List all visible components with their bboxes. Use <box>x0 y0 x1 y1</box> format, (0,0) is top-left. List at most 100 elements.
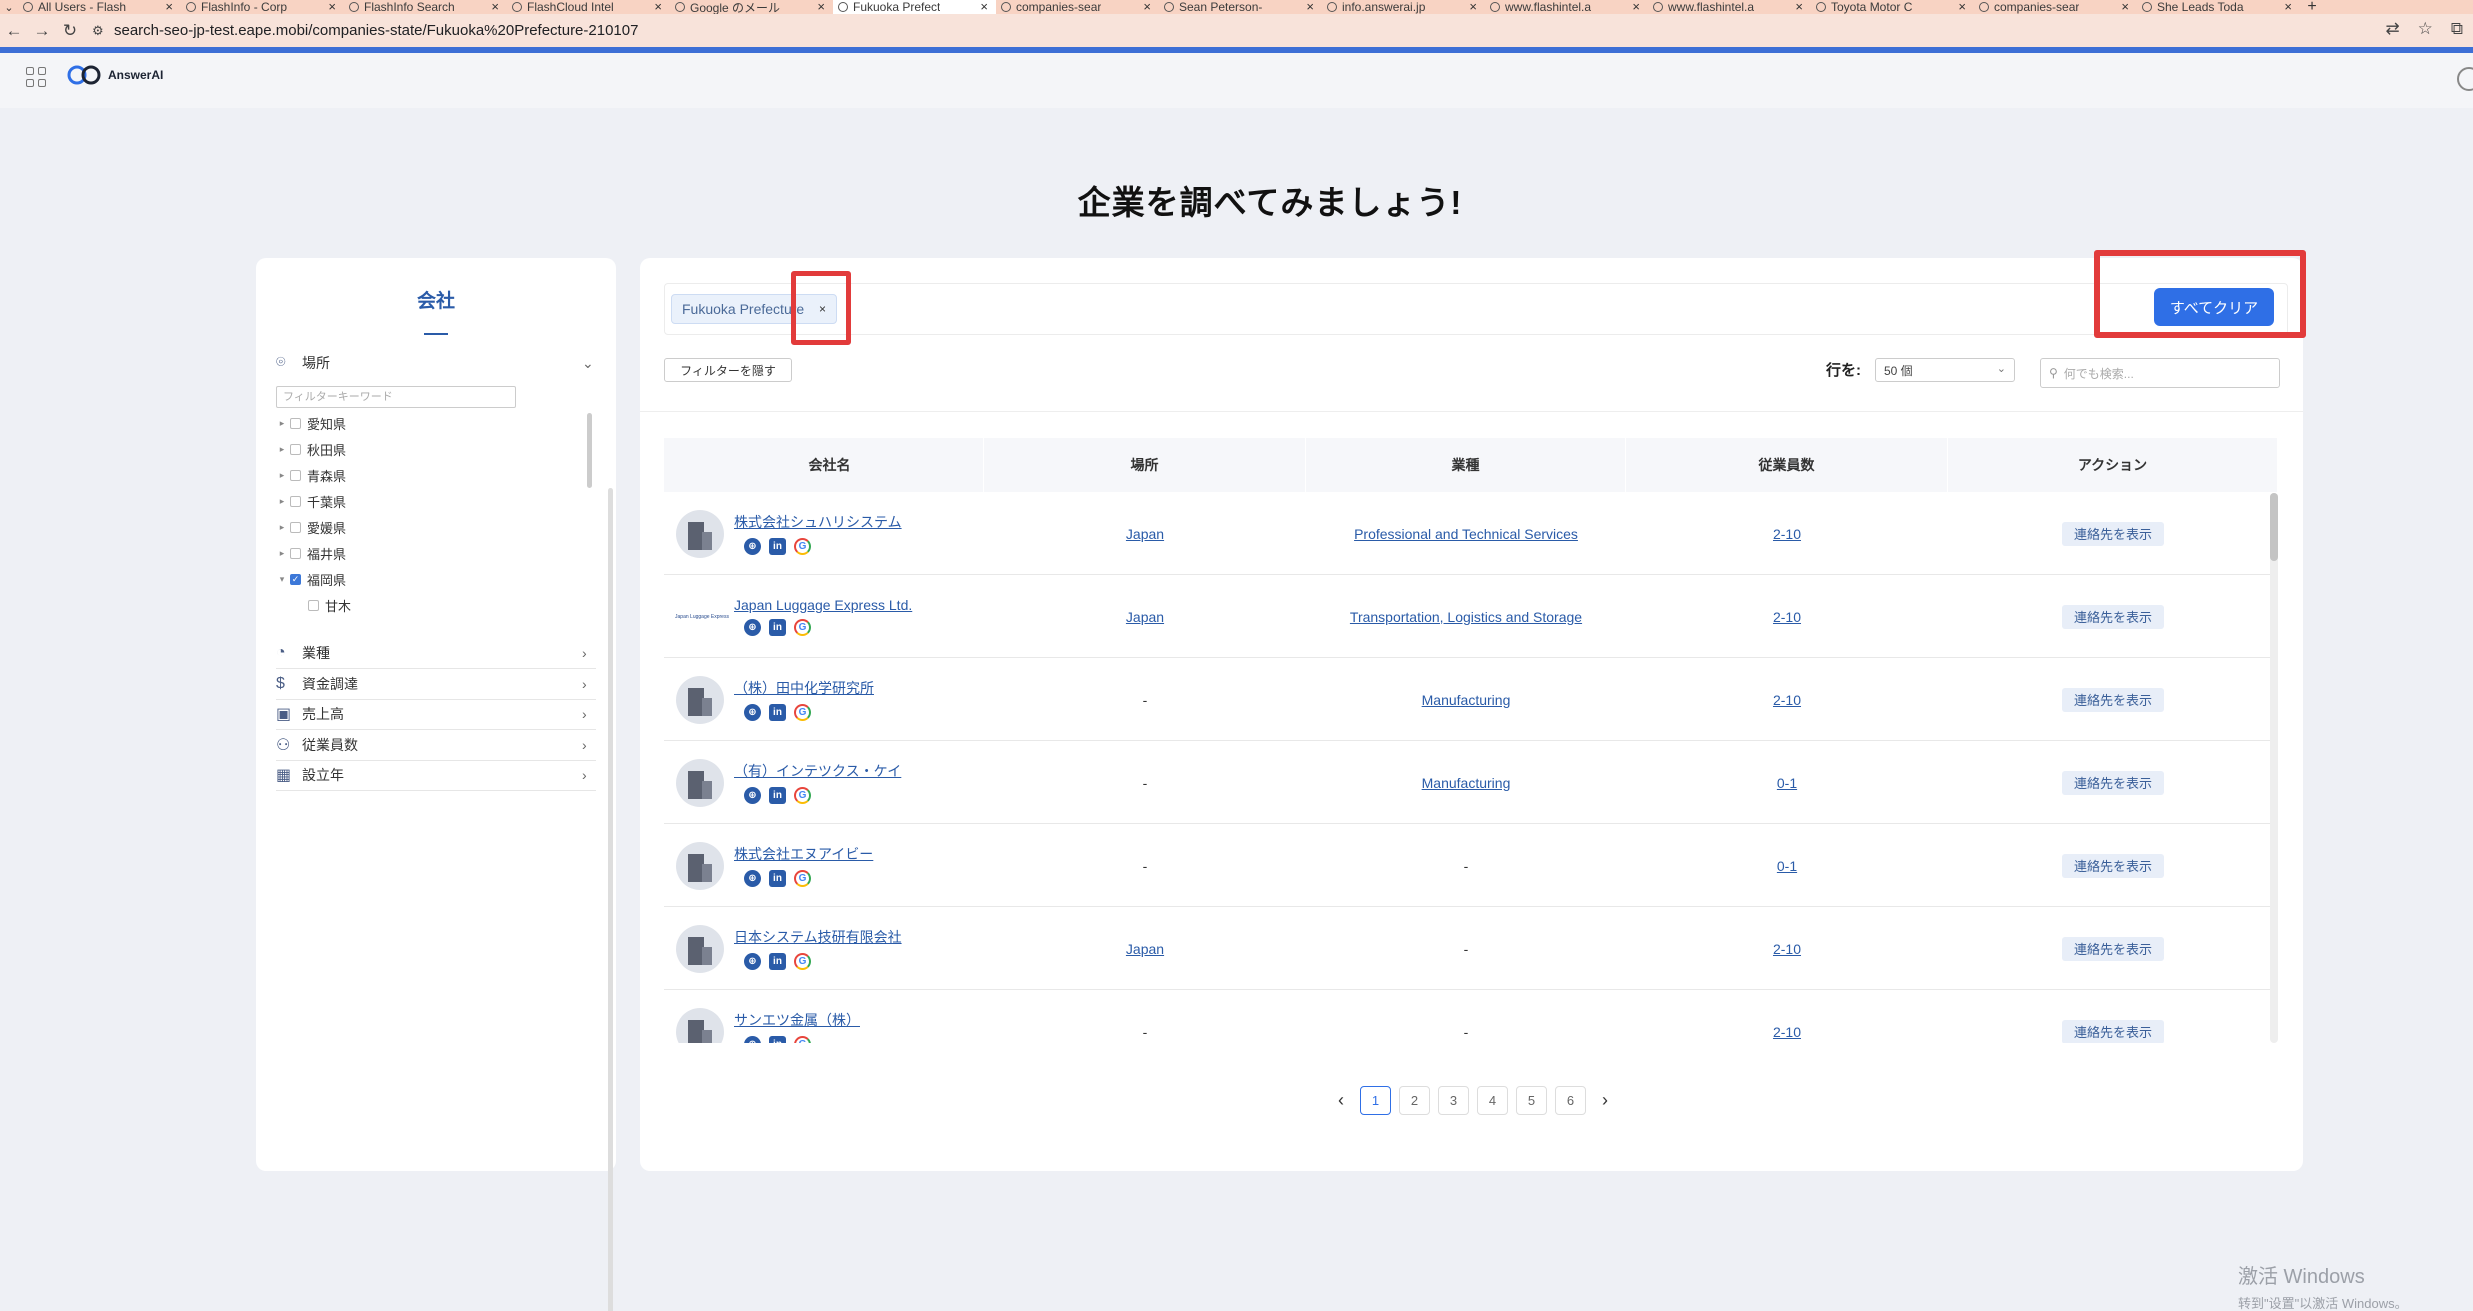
checkbox[interactable] <box>290 521 301 533</box>
show-contacts-button[interactable]: 連絡先を表示 <box>2061 1019 2164 1043</box>
show-contacts-button[interactable]: 連絡先を表示 <box>2061 936 2164 961</box>
filter-panel-scrollbar[interactable] <box>608 488 613 1311</box>
close-tab-icon[interactable]: × <box>328 0 336 14</box>
browser-tab[interactable]: Toyota Motor C × <box>1811 0 1974 14</box>
caret-right-icon[interactable]: ▸ <box>276 470 288 481</box>
website-icon[interactable]: ⊕ <box>744 1036 761 1043</box>
tree-item-prefecture[interactable]: ▸ 秋田県 <box>276 436 606 462</box>
company-name-link[interactable]: （有）インテツクス・ケイ <box>734 761 901 781</box>
show-contacts-button[interactable]: 連絡先を表示 <box>2061 521 2164 546</box>
employees-link[interactable]: 2-10 <box>1773 941 1801 957</box>
browser-tab[interactable]: She Leads Toda × <box>2137 0 2300 14</box>
site-info-icon[interactable]: ⚙ <box>92 23 114 39</box>
browser-tab[interactable]: Google のメール × <box>670 0 833 14</box>
tree-item-prefecture[interactable]: ▸ 福井県 <box>276 540 606 566</box>
show-contacts-button[interactable]: 連絡先を表示 <box>2061 687 2164 712</box>
filter-section-dollar[interactable]: $ 資金調達 › <box>276 669 596 699</box>
page-button[interactable]: 1 <box>1360 1086 1391 1115</box>
chevron-right-icon[interactable]: › <box>582 676 596 692</box>
tree-item-city[interactable]: 朝倉市 <box>276 618 606 624</box>
back-button[interactable]: ← <box>0 21 28 41</box>
browser-tab[interactable]: Sean Peterson- × <box>1159 0 1322 14</box>
show-contacts-button[interactable]: 連絡先を表示 <box>2061 853 2164 878</box>
tree-item-city[interactable]: 甘木 <box>276 592 606 618</box>
google-icon[interactable]: G <box>794 538 811 555</box>
next-page-icon[interactable]: › <box>1594 1090 1616 1111</box>
close-tab-icon[interactable]: × <box>1632 0 1640 14</box>
website-icon[interactable]: ⊕ <box>744 619 761 636</box>
close-tab-icon[interactable]: × <box>165 0 173 14</box>
close-tab-icon[interactable]: × <box>1469 0 1477 14</box>
tree-item-prefecture[interactable]: ▸ 愛知県 <box>276 410 606 436</box>
industry-link[interactable]: Manufacturing <box>1422 692 1511 708</box>
show-contacts-button[interactable]: 連絡先を表示 <box>2061 770 2164 795</box>
caret-down-icon[interactable]: ▾ <box>276 574 288 585</box>
table-scrollbar[interactable] <box>2270 493 2278 1043</box>
filter-section-people[interactable]: ⚇ 従業員数 › <box>276 730 596 760</box>
filter-section-calendar[interactable]: ▦ 設立年 › <box>276 760 596 790</box>
forward-button[interactable]: → <box>28 21 56 41</box>
employees-link[interactable]: 2-10 <box>1773 1024 1801 1040</box>
close-tab-icon[interactable]: × <box>817 0 825 14</box>
browser-tab[interactable]: FlashInfo Search × <box>344 0 507 14</box>
brand-logo[interactable]: AnswerAI <box>66 63 163 87</box>
close-tab-icon[interactable]: × <box>980 0 988 14</box>
browser-tab[interactable]: FlashCloud Intel × <box>507 0 670 14</box>
checkbox[interactable] <box>290 443 301 455</box>
close-tab-icon[interactable]: × <box>1958 0 1966 14</box>
checkbox[interactable] <box>290 417 301 429</box>
close-tab-icon[interactable]: × <box>2284 0 2292 14</box>
chevron-right-icon[interactable]: › <box>582 706 596 722</box>
close-tab-icon[interactable]: × <box>1306 0 1314 14</box>
website-icon[interactable]: ⊕ <box>744 787 761 804</box>
linkedin-icon[interactable]: in <box>769 870 786 887</box>
industry-link[interactable]: Manufacturing <box>1422 775 1511 791</box>
translate-icon[interactable]: ⇄ <box>2385 19 2399 39</box>
employees-link[interactable]: 2-10 <box>1773 526 1801 542</box>
browser-tab[interactable]: companies-sear × <box>1974 0 2137 14</box>
checkbox[interactable]: ✓ <box>290 573 301 585</box>
page-button[interactable]: 4 <box>1477 1086 1508 1115</box>
caret-right-icon[interactable]: ▸ <box>276 548 288 559</box>
google-icon[interactable]: G <box>794 704 811 721</box>
website-icon[interactable]: ⊕ <box>744 953 761 970</box>
employees-link[interactable]: 2-10 <box>1773 692 1801 708</box>
website-icon[interactable]: ⊕ <box>744 538 761 555</box>
close-tab-icon[interactable]: × <box>491 0 499 14</box>
google-icon[interactable]: G <box>794 870 811 887</box>
reload-button[interactable]: ↻ <box>56 21 84 41</box>
google-icon[interactable]: G <box>794 1036 811 1043</box>
page-button[interactable]: 2 <box>1399 1086 1430 1115</box>
checkbox[interactable] <box>308 599 319 611</box>
rows-per-page-select[interactable]: 50 個 ⌄ <box>1875 358 2015 382</box>
employees-link[interactable]: 0-1 <box>1777 775 1797 791</box>
company-name-link[interactable]: （株）田中化学研究所 <box>734 678 874 698</box>
show-contacts-button[interactable]: 連絡先を表示 <box>2061 604 2164 629</box>
caret-right-icon[interactable]: ▸ <box>276 522 288 533</box>
industry-link[interactable]: Transportation, Logistics and Storage <box>1350 609 1582 625</box>
table-scrollbar-thumb[interactable] <box>2270 493 2278 561</box>
location-link[interactable]: Japan <box>1126 941 1164 957</box>
location-link[interactable]: Japan <box>1126 526 1164 542</box>
industry-link[interactable]: Professional and Technical Services <box>1354 526 1578 542</box>
company-name-link[interactable]: Japan Luggage Express Ltd. <box>734 597 912 613</box>
browser-tab[interactable]: FlashInfo - Corp × <box>181 0 344 14</box>
checkbox[interactable] <box>290 469 301 481</box>
location-link[interactable]: Japan <box>1126 609 1164 625</box>
linkedin-icon[interactable]: in <box>769 787 786 804</box>
filter-section-register[interactable]: ▣ 売上高 › <box>276 699 596 729</box>
linkedin-icon[interactable]: in <box>769 704 786 721</box>
page-button[interactable]: 3 <box>1438 1086 1469 1115</box>
company-name-link[interactable]: 日本システム技研有限会社 <box>734 927 902 947</box>
google-icon[interactable]: G <box>794 953 811 970</box>
google-icon[interactable]: G <box>794 619 811 636</box>
company-name-link[interactable]: 株式会社エヌアイビー <box>734 844 873 864</box>
tree-item-prefecture[interactable]: ▸ 青森県 <box>276 462 606 488</box>
browser-tab[interactable]: Fukuoka Prefect × <box>833 0 996 14</box>
close-tab-icon[interactable]: × <box>654 0 662 14</box>
extensions-icon[interactable]: ⧉ <box>2451 19 2463 39</box>
browser-tab[interactable]: www.flashintel.a × <box>1648 0 1811 14</box>
caret-right-icon[interactable]: ▸ <box>276 496 288 507</box>
checkbox[interactable] <box>290 547 301 559</box>
theme-toggle-icon[interactable] <box>2457 67 2473 91</box>
